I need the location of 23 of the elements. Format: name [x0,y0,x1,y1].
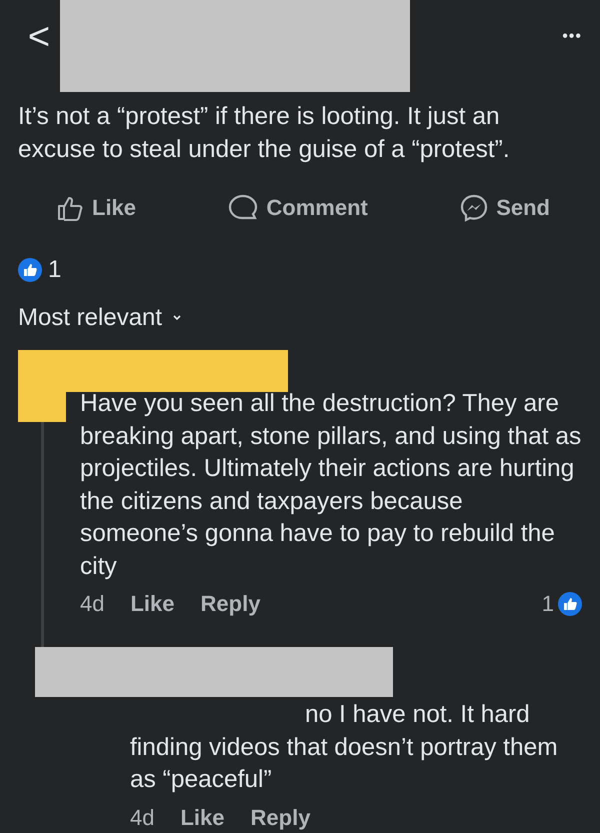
more-button[interactable]: ••• [562,28,582,46]
reply-link[interactable]: Reply [200,591,260,617]
like-count: 1 [542,591,554,617]
like-link[interactable]: Like [130,591,175,617]
comment-button[interactable]: Comment [228,194,368,222]
send-button[interactable]: Send [460,194,550,222]
reply-link[interactable]: Reply [250,804,310,830]
post-text: It’s not a “protest” if there is looting. It just an excuse to steal under the guise of a “protest”. [18,102,511,165]
reply-text: no I have not. It hard finding videos that doesn’t portray them as “peaceful” [130,700,559,795]
thumbs-up-icon [56,194,84,222]
like-reaction-icon [558,592,582,616]
comment-time: 4d [130,804,154,830]
like-link[interactable]: Like [180,804,225,830]
messenger-icon [460,194,488,222]
sort-dropdown[interactable]: Most relevant [18,304,182,332]
comment-time: 4d [80,591,104,617]
speech-bubble-icon [228,194,258,222]
comment-text: Have you seen all the destruction? They are breaking apart, stone pillars, and using that as projectiles. Ultimately their actions are hurting the citizens and taxpayers because someone’s gonna have to pay to rebuild the city [80,389,582,582]
like-reaction-icon [18,258,42,282]
chevron-down-icon [172,314,182,322]
back-button[interactable]: < [24,18,54,56]
reaction-count: 1 [48,256,62,284]
like-button[interactable]: Like [56,194,136,222]
